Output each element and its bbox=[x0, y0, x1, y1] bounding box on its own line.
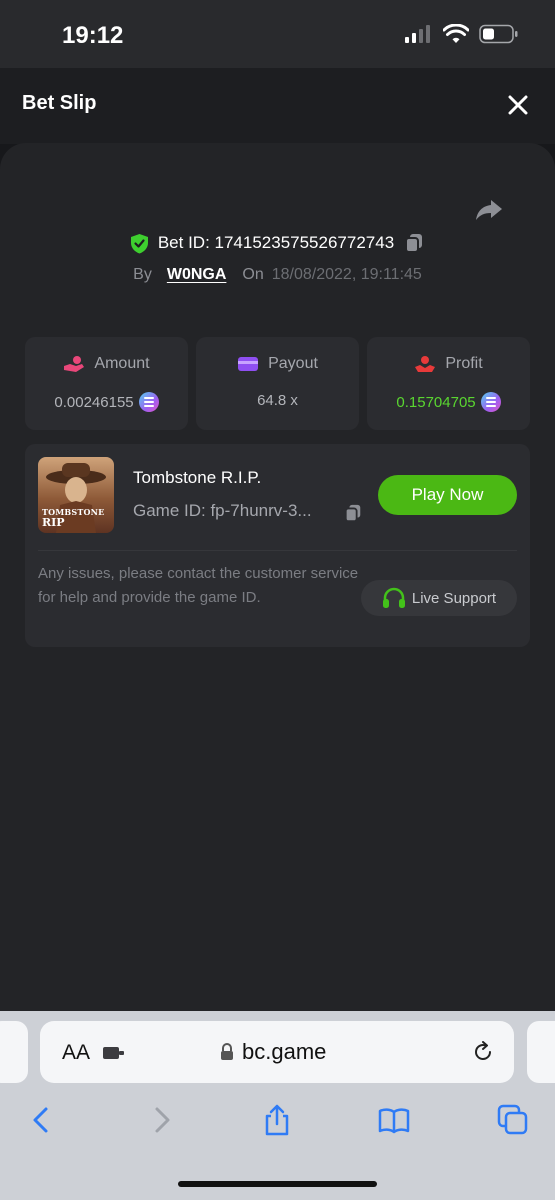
header: Bet Slip bbox=[0, 68, 555, 144]
share-icon[interactable] bbox=[474, 194, 504, 224]
game-card: TOMBSTONE RIP Tombstone R.I.P. Game ID: … bbox=[25, 444, 530, 647]
divider bbox=[38, 550, 517, 551]
tabs-icon[interactable] bbox=[496, 1103, 530, 1137]
copy-icon[interactable] bbox=[343, 503, 363, 523]
bet-id-row: Bet ID: 1741523575526772743 bbox=[0, 232, 555, 254]
hand-coins-icon bbox=[64, 356, 85, 372]
bookmarks-icon[interactable] bbox=[377, 1103, 411, 1137]
stat-value: 64.8 x bbox=[257, 392, 298, 409]
share-sheet-icon[interactable] bbox=[260, 1103, 294, 1137]
browser-toolbar bbox=[0, 1097, 555, 1147]
back-icon[interactable] bbox=[24, 1103, 58, 1137]
address-bar[interactable]: AA bc.game bbox=[40, 1021, 514, 1083]
by-label: By bbox=[133, 266, 152, 283]
card-icon bbox=[238, 357, 259, 371]
reload-icon[interactable] bbox=[472, 1041, 494, 1063]
live-support-label: Live Support bbox=[411, 589, 497, 607]
forward-icon[interactable] bbox=[145, 1103, 179, 1137]
copy-icon[interactable] bbox=[403, 232, 425, 254]
stat-profit: Profit 0.15704705 bbox=[367, 337, 530, 430]
coin-icon bbox=[480, 392, 501, 412]
headset-icon bbox=[382, 587, 405, 608]
signal-icon bbox=[405, 25, 430, 43]
stat-value: 0.15704705 bbox=[396, 393, 476, 411]
game-id: Game ID: fp-7hunrv-3... bbox=[133, 501, 312, 520]
stat-amount: Amount 0.00246155 bbox=[25, 337, 188, 430]
browser-chrome: AA bc.game bbox=[0, 1011, 555, 1200]
bet-byline: By W0NGA On 18/08/2022, 19:11:45 bbox=[0, 266, 555, 284]
on-label: On bbox=[242, 266, 264, 283]
home-indicator[interactable] bbox=[178, 1181, 377, 1187]
wifi-icon bbox=[443, 24, 469, 43]
next-tab-peek[interactable] bbox=[527, 1021, 555, 1083]
url-text: bc.game bbox=[242, 1039, 327, 1064]
url-display[interactable]: bc.game bbox=[220, 1039, 326, 1065]
game-thumbnail[interactable]: TOMBSTONE RIP bbox=[38, 457, 114, 533]
previous-tab-peek[interactable] bbox=[0, 1021, 28, 1083]
stat-value: 0.00246155 bbox=[54, 393, 134, 411]
lock-icon bbox=[221, 1043, 233, 1060]
status-icons bbox=[405, 24, 519, 44]
live-support-button[interactable]: Live Support bbox=[361, 580, 517, 616]
shield-check-icon bbox=[130, 233, 148, 253]
bet-id: Bet ID: 1741523575526772743 bbox=[157, 233, 395, 252]
coin-icon bbox=[138, 392, 159, 412]
stat-payout: Payout 64.8 x bbox=[196, 337, 359, 430]
username-link[interactable]: W0NGA bbox=[167, 266, 227, 284]
stat-label: Amount bbox=[94, 355, 150, 372]
stat-label: Profit bbox=[445, 355, 483, 372]
page-title: Bet Slip bbox=[22, 92, 97, 114]
status-bar: 19:12 bbox=[0, 0, 555, 68]
status-time: 19:12 bbox=[62, 22, 124, 49]
support-message: Any issues, please contact the customer … bbox=[38, 565, 359, 606]
game-title: Tombstone R.I.P. bbox=[133, 468, 262, 487]
profit-hand-icon bbox=[415, 356, 436, 372]
extension-icon[interactable] bbox=[102, 1045, 126, 1061]
text-size-button[interactable]: AA bbox=[62, 1041, 90, 1065]
bet-date: 18/08/2022, 19:11:45 bbox=[271, 266, 422, 283]
stat-label: Payout bbox=[268, 355, 318, 372]
thumb-subtitle: RIP bbox=[42, 516, 65, 529]
close-icon[interactable] bbox=[507, 94, 529, 116]
play-now-button[interactable]: Play Now bbox=[378, 475, 517, 515]
battery-icon bbox=[479, 24, 518, 44]
